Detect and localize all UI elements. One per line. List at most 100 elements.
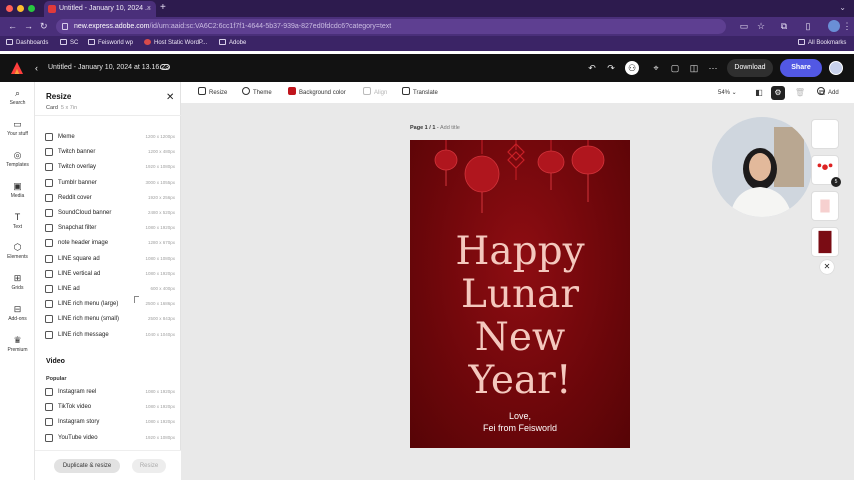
rail-item-search[interactable]: ⌕ Search: [0, 88, 35, 106]
format-checkbox[interactable]: [45, 224, 53, 233]
bookmark-sc[interactable]: SC: [60, 36, 78, 51]
more-options-icon[interactable]: ⋯: [706, 61, 720, 75]
rail-item-premium[interactable]: ♛ Premium: [0, 335, 35, 353]
back-chevron-icon[interactable]: ‹: [35, 54, 38, 82]
format-option[interactable]: note header image 1280 x 670px: [45, 237, 177, 249]
format-checkbox[interactable]: [45, 433, 53, 442]
format-checkbox[interactable]: [45, 163, 53, 172]
format-checkbox[interactable]: [45, 418, 53, 427]
collaborate-icon[interactable]: ⚇: [625, 61, 639, 75]
theme-tool[interactable]: Theme: [242, 82, 272, 104]
extensions-icon[interactable]: ⧉: [778, 20, 790, 32]
rail-item-elements[interactable]: ⬡ Elements: [0, 242, 35, 260]
window-maximize-button[interactable]: [28, 5, 35, 12]
format-checkbox[interactable]: [45, 148, 53, 157]
format-option[interactable]: LINE rich menu (large) 2500 x 1686px: [45, 298, 177, 310]
thumbnail-pink[interactable]: [811, 191, 839, 221]
duplicate-resize-button[interactable]: Duplicate & resize: [54, 459, 120, 473]
rail-item-add-ons[interactable]: ⊟ Add-ons: [0, 304, 35, 322]
schedule-icon[interactable]: ◫: [687, 61, 701, 75]
site-info-icon[interactable]: [62, 23, 68, 30]
format-option[interactable]: Instagram story 1080 x 1920px: [45, 416, 177, 428]
share-button[interactable]: Share: [780, 59, 822, 77]
resize-tool[interactable]: Resize: [198, 82, 227, 104]
format-option[interactable]: LINE rich menu (small) 2500 x 843px: [45, 313, 177, 325]
format-checkbox[interactable]: [45, 388, 53, 396]
format-checkbox[interactable]: [45, 315, 53, 324]
design-card[interactable]: Happy Lunar New Year! Love, Fei from Fei…: [410, 140, 630, 448]
format-option[interactable]: LINE vertical ad 1080 x 1920px: [45, 268, 177, 280]
align-tool[interactable]: Align: [363, 82, 387, 104]
format-option[interactable]: YouTube video 1920 x 1080px: [45, 432, 177, 444]
address-bar[interactable]: new.express.adobe.com/id/urn:aaid:sc:VA6…: [56, 19, 726, 34]
format-option[interactable]: Snapchat filter 1080 x 1920px: [45, 222, 177, 234]
browser-profile-avatar[interactable]: [828, 20, 840, 32]
bookmark-star-icon[interactable]: ☆: [755, 20, 767, 32]
tab-search-icon[interactable]: ⌄: [839, 0, 846, 16]
location-pin-icon[interactable]: ⌖: [649, 61, 663, 75]
format-option[interactable]: LINE square ad 1080 x 1080px: [45, 253, 177, 265]
format-checkbox[interactable]: [45, 403, 53, 412]
translate-tool[interactable]: Translate: [402, 82, 438, 104]
background-color-tool[interactable]: Background color: [288, 82, 346, 104]
resize-button[interactable]: Resize: [132, 459, 166, 473]
close-thumbnails-icon[interactable]: ✕: [820, 260, 834, 274]
format-checkbox[interactable]: [45, 133, 53, 141]
bookmark-host-static-wordpress[interactable]: Host Static WordP...: [144, 36, 207, 51]
install-app-icon[interactable]: ▭: [738, 20, 750, 32]
format-checkbox[interactable]: [45, 269, 53, 278]
window-close-button[interactable]: [6, 5, 13, 12]
all-bookmarks[interactable]: All Bookmarks: [798, 36, 846, 51]
forward-arrow-icon[interactable]: →: [24, 19, 33, 34]
reload-icon[interactable]: ↻: [40, 19, 48, 34]
card-headline[interactable]: Happy Lunar New Year!: [410, 230, 630, 402]
add-title-link[interactable]: Add title: [440, 125, 460, 131]
browser-menu-icon[interactable]: ⋮: [841, 20, 853, 32]
back-arrow-icon[interactable]: ←: [8, 19, 17, 34]
bookmark-feisworld-wp[interactable]: Feisworld wp: [88, 36, 133, 51]
add-tool[interactable]: Add: [817, 82, 839, 104]
format-option[interactable]: LINE ad 600 x 400px: [45, 283, 177, 295]
download-button[interactable]: Download: [727, 59, 773, 77]
tab-close-icon[interactable]: ×: [147, 1, 151, 17]
format-checkbox[interactable]: [45, 254, 53, 263]
comment-icon[interactable]: ▢: [668, 61, 682, 75]
zoom-level[interactable]: 54% ⌄: [718, 82, 737, 104]
format-checkbox[interactable]: [45, 300, 53, 309]
rail-item-your-stuff[interactable]: ▭ Your stuff: [0, 119, 35, 137]
undo-icon[interactable]: ↶: [585, 61, 599, 75]
side-panel-icon[interactable]: ▯: [802, 20, 814, 32]
rail-item-media[interactable]: ▣ Media: [0, 181, 35, 199]
format-option[interactable]: LINE rich message 1040 x 1040px: [45, 329, 177, 341]
format-option[interactable]: Tumblr banner 3000 x 1055px: [45, 177, 177, 189]
bookmark-adobe[interactable]: Adobe: [219, 36, 246, 51]
format-option[interactable]: Meme 1200 x 1200px: [45, 131, 177, 143]
document-title[interactable]: Untitled - January 10, 2024 at 13.16.23: [48, 54, 169, 82]
format-option[interactable]: Reddit cover 1920 x 256px: [45, 192, 177, 204]
format-option[interactable]: Instagram reel 1080 x 1920px: [45, 386, 177, 398]
new-tab-button[interactable]: +: [160, 0, 166, 16]
delete-icon[interactable]: 🗑: [793, 86, 807, 100]
window-minimize-button[interactable]: [17, 5, 24, 12]
card-signoff[interactable]: Love, Fei from Feisworld: [410, 410, 630, 434]
rail-item-grids[interactable]: ⊞ Grids: [0, 273, 35, 291]
thumbnail-blank[interactable]: [811, 119, 839, 149]
redo-icon[interactable]: ↷: [604, 61, 618, 75]
thumbnail-red[interactable]: [811, 227, 839, 257]
format-checkbox[interactable]: [45, 193, 53, 202]
rail-item-text[interactable]: T Text: [0, 212, 35, 230]
format-checkbox[interactable]: [45, 178, 53, 187]
bookmark-dashboards[interactable]: Dashboards: [6, 36, 48, 51]
format-option[interactable]: Twitch overlay 1920 x 1080px: [45, 161, 177, 173]
adobe-express-logo-icon[interactable]: [11, 62, 23, 74]
format-option[interactable]: SoundCloud banner 2480 x 520px: [45, 207, 177, 219]
format-checkbox[interactable]: [45, 239, 53, 248]
user-avatar[interactable]: [829, 61, 843, 75]
format-option[interactable]: TikTok video 1080 x 1920px: [45, 401, 177, 413]
browser-tab[interactable]: Untitled - January 10, 2024 ... ×: [44, 1, 156, 17]
format-checkbox[interactable]: [45, 285, 53, 293]
thumbnail-lanterns[interactable]: 5: [811, 155, 841, 187]
close-icon[interactable]: ✕: [166, 92, 174, 103]
format-checkbox[interactable]: [45, 330, 53, 339]
format-checkbox[interactable]: [45, 209, 53, 217]
